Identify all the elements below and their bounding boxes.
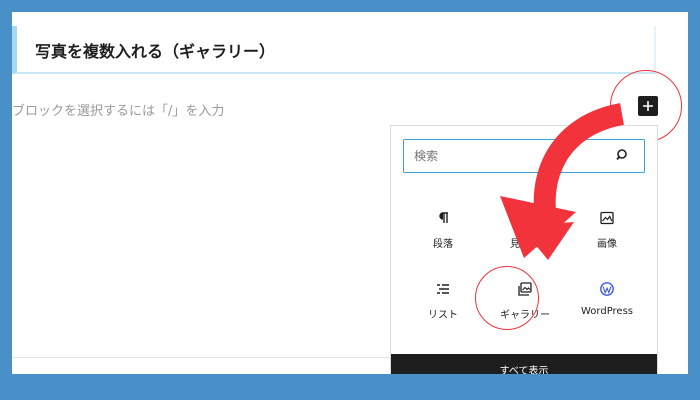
editor-canvas: 写真を複数入れる（ギャラリー） ブロックを選択するには「/」を入力 段落 — [12, 12, 688, 374]
paragraph-icon — [439, 212, 448, 223]
block-label: ギャラリー — [500, 310, 550, 321]
heading-icon — [520, 213, 530, 223]
block-inserter-panel: 段落 見出し 画像 リスト — [390, 125, 658, 374]
block-image[interactable]: 画像 — [567, 198, 647, 258]
search-box — [403, 139, 645, 173]
block-label: 段落 — [433, 239, 453, 250]
block-wordpress[interactable]: WordPress — [567, 269, 647, 329]
image-icon — [600, 211, 614, 225]
add-block-button[interactable] — [638, 96, 658, 116]
wordpress-icon — [600, 282, 614, 296]
search-icon[interactable] — [616, 148, 630, 162]
search-input[interactable] — [404, 140, 614, 171]
block-label: WordPress — [580, 306, 634, 317]
block-placeholder[interactable]: ブロックを選択するには「/」を入力 — [12, 100, 224, 119]
show-all-button[interactable]: すべて表示 — [391, 354, 657, 374]
block-gallery[interactable]: ギャラリー — [485, 269, 565, 329]
heading-text[interactable]: 写真を複数入れる（ギャラリー） — [35, 38, 275, 62]
block-label: 画像 — [597, 239, 617, 250]
divider — [12, 357, 390, 358]
block-heading[interactable]: 見出し — [485, 198, 565, 258]
block-label: リスト — [428, 310, 458, 321]
heading-block[interactable]: 写真を複数入れる（ギャラリー） — [12, 26, 656, 74]
plus-icon — [643, 101, 653, 111]
block-list[interactable]: リスト — [403, 269, 483, 329]
list-icon — [437, 284, 449, 294]
gallery-icon — [518, 282, 532, 296]
block-paragraph[interactable]: 段落 — [403, 198, 483, 258]
block-label: 見出し — [510, 239, 540, 250]
